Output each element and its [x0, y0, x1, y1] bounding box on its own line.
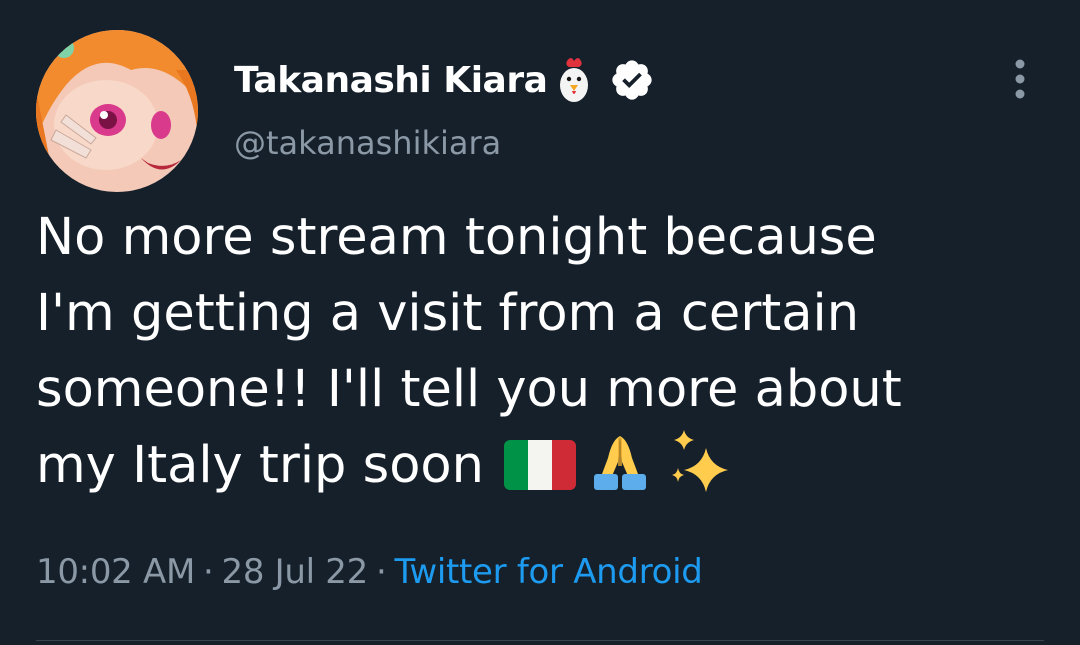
meta-separator: ·: [375, 552, 387, 592]
tweet-text-line: No more stream tonight because: [36, 208, 877, 267]
avatar-image: [36, 30, 198, 192]
more-options-icon[interactable]: [1006, 56, 1034, 102]
verified-badge-icon: [609, 57, 655, 103]
display-name[interactable]: Takanashi Kiara: [234, 60, 548, 101]
tweet-text: No more stream tonight because I'm getti…: [36, 200, 1046, 514]
italy-flag-icon: [503, 438, 576, 514]
tweet-text-line-last: my Italy trip soon: [36, 428, 1046, 514]
author-handle[interactable]: @takanashikiara: [234, 124, 501, 162]
tweet-text-line: I'm getting a visit from a certain: [36, 284, 860, 343]
folded-hands-icon: [582, 432, 658, 514]
meta-separator: ·: [202, 552, 214, 592]
tweet-date[interactable]: 28 Jul 22: [222, 552, 369, 592]
chicken-icon: [553, 55, 595, 105]
avatar[interactable]: [36, 30, 198, 192]
tweet-text-line: my Italy trip soon: [36, 436, 484, 495]
sparkles-icon: [664, 428, 736, 514]
tweet-text-line: someone!! I'll tell you more about: [36, 360, 902, 419]
divider: [36, 640, 1044, 641]
tweet-time[interactable]: 10:02 AM: [36, 552, 195, 592]
tweet-meta: 10:02 AM · 28 Jul 22 · Twitter for Android: [36, 552, 703, 592]
tweet-source-link[interactable]: Twitter for Android: [394, 552, 702, 592]
author-name-row[interactable]: Takanashi Kiara: [234, 50, 655, 110]
tweet: Takanashi Kiara @takanashikiara No more …: [0, 0, 1080, 645]
